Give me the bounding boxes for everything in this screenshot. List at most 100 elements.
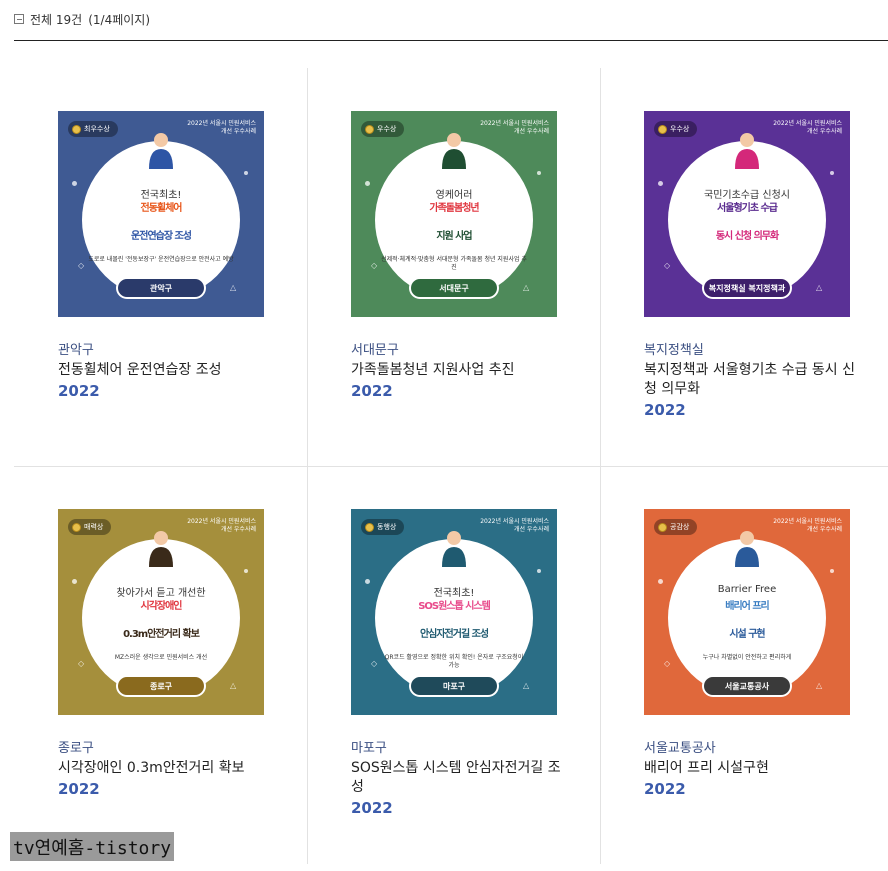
- illustration: [434, 527, 474, 567]
- decor-triangle: △: [816, 283, 823, 292]
- card-year: 2022: [644, 401, 686, 419]
- card-thumbnail[interactable]: △ ◇ 최우수상 2022년 서울시 민원서비스 개선 우수사례 전국최초! 전…: [58, 111, 264, 317]
- thumbnail-subtext: 도로로 내몰린 '전동보장구' 운전연습장으로 안전사고 예방: [88, 256, 234, 263]
- decor-dot: [537, 569, 541, 573]
- decor-triangle: ◇: [78, 261, 85, 270]
- card-thumbnail[interactable]: △ ◇ 공감상 2022년 서울시 민원서비스 개선 우수사례 Barrier …: [644, 509, 850, 715]
- thumbnail-subtext: MZ스러운 생각으로 민원서비스 개선: [114, 654, 208, 661]
- thumbnail-headline-2: 안심자전거길 조성: [419, 629, 489, 640]
- decor-triangle: ◇: [371, 659, 378, 668]
- card-item[interactable]: △ ◇ 매력상 2022년 서울시 민원서비스 개선 우수사례 찾아가서 듣고 …: [14, 466, 294, 846]
- illustration: [434, 129, 474, 169]
- thumbnail-headline-2: 동시 신청 의무화: [715, 231, 779, 242]
- decor-dot: [537, 171, 541, 175]
- card-title[interactable]: 배리어 프리 시설구현: [644, 759, 864, 778]
- card-item[interactable]: △ ◇ 우수상 2022년 서울시 민원서비스 개선 우수사례 국민기초수급 신…: [600, 68, 880, 448]
- decor-triangle: △: [230, 283, 237, 292]
- thumbnail-headline-1: 배리어 프리: [725, 601, 769, 612]
- thumbnail-headline-1: SOS원스톱 시스템: [418, 601, 491, 612]
- decor-dot: [830, 171, 834, 175]
- decor-triangle: ◇: [371, 261, 378, 270]
- award-caption: 2022년 서울시 민원서비스 개선 우수사례: [773, 518, 842, 533]
- thumbnail-org-pill: 복지정책실 복지정책과: [702, 277, 792, 299]
- thumbnail-headline-1: 서울형기초 수급: [717, 203, 778, 214]
- card-title[interactable]: 가족돌봄청년 지원사업 추진: [351, 361, 571, 380]
- decor-triangle: ◇: [664, 261, 671, 270]
- award-caption: 2022년 서울시 민원서비스 개선 우수사례: [187, 518, 256, 533]
- list-summary: 전체 19건 (1/4페이지): [14, 9, 150, 29]
- award-badge: 동행상: [361, 519, 405, 535]
- award-caption: 2022년 서울시 민원서비스 개선 우수사례: [187, 120, 256, 135]
- decor-triangle: ◇: [664, 659, 671, 668]
- decor-triangle: △: [523, 681, 530, 690]
- decor-triangle: △: [230, 681, 237, 690]
- card-thumbnail[interactable]: △ ◇ 우수상 2022년 서울시 민원서비스 개선 우수사례 국민기초수급 신…: [644, 111, 850, 317]
- card-year: 2022: [351, 799, 393, 817]
- medal-icon: [72, 124, 81, 134]
- thumbnail-org-pill: 종로구: [116, 675, 206, 697]
- decor-dot: [830, 569, 834, 573]
- card-item[interactable]: △ ◇ 최우수상 2022년 서울시 민원서비스 개선 우수사례 전국최초! 전…: [14, 68, 294, 448]
- illustration: [727, 527, 767, 567]
- card-year: 2022: [58, 382, 100, 400]
- card-title[interactable]: SOS원스톱 시스템 안심자전거길 조성: [351, 759, 571, 797]
- card-year: 2022: [351, 382, 393, 400]
- card-thumbnail[interactable]: △ ◇ 동행상 2022년 서울시 민원서비스 개선 우수사례 전국최초! SO…: [351, 509, 557, 715]
- thumbnail-headline-1: 시각장애인: [140, 601, 183, 612]
- medal-icon: [365, 522, 374, 532]
- award-caption: 2022년 서울시 민원서비스 개선 우수사례: [480, 120, 549, 135]
- medal-icon: [365, 124, 374, 134]
- top-divider: [14, 40, 888, 41]
- card-year: 2022: [58, 780, 100, 798]
- decor-triangle: △: [523, 283, 530, 292]
- award-badge: 매력상: [68, 519, 112, 535]
- decor-triangle: ◇: [78, 659, 85, 668]
- card-department: 종로구: [58, 741, 94, 756]
- decor-dot: [244, 569, 248, 573]
- thumbnail-org-pill: 서울교통공사: [702, 675, 792, 697]
- thumbnail-subtext: 누구나 차별없이 안전하고 편리하게: [702, 654, 792, 661]
- card-title[interactable]: 복지정책과 서울형기초 수급 동시 신청 의무화: [644, 361, 864, 399]
- card-title[interactable]: 시각장애인 0.3m안전거리 확보: [58, 759, 278, 778]
- card-thumbnail[interactable]: △ ◇ 매력상 2022년 서울시 민원서비스 개선 우수사례 찾아가서 듣고 …: [58, 509, 264, 715]
- award-caption: 2022년 서울시 민원서비스 개선 우수사례: [480, 518, 549, 533]
- thumbnail-headline-2: 운전연습장 조성: [131, 231, 192, 242]
- thumbnail-pretitle: Barrier Free: [717, 584, 777, 595]
- award-badge: 우수상: [361, 121, 405, 137]
- card-department: 관악구: [58, 343, 94, 358]
- thumbnail-subtext: QR코드 활영으로 정확한 위치 확인! 온자로 구조요청이 가능: [384, 654, 524, 669]
- thumbnail-headline-1: 가족돌봄청년: [429, 203, 479, 214]
- card-department: 마포구: [351, 741, 387, 756]
- page-indicator: (1/4페이지): [88, 12, 151, 27]
- medal-icon: [658, 124, 667, 134]
- decor-dot: [244, 171, 248, 175]
- total-count: 전체 19건: [30, 12, 83, 27]
- illustration: [727, 129, 767, 169]
- card-department: 복지정책실: [644, 343, 704, 358]
- watermark: tv연예홈-tistory: [10, 832, 175, 861]
- thumbnail-headline-2: 0.3m안전거리 확보: [123, 629, 200, 640]
- illustration: [141, 527, 181, 567]
- decor-triangle: △: [816, 681, 823, 690]
- card-item[interactable]: △ ◇ 공감상 2022년 서울시 민원서비스 개선 우수사례 Barrier …: [600, 466, 880, 846]
- card-item[interactable]: △ ◇ 우수상 2022년 서울시 민원서비스 개선 우수사례 영케어러 가족돌…: [307, 68, 587, 448]
- award-badge: 최우수상: [68, 121, 118, 137]
- thumbnail-headline-2: 시설 구현: [729, 629, 765, 640]
- award-badge: 우수상: [654, 121, 698, 137]
- card-item[interactable]: △ ◇ 동행상 2022년 서울시 민원서비스 개선 우수사례 전국최초! SO…: [307, 466, 587, 846]
- card-department: 서대문구: [351, 343, 399, 358]
- medal-icon: [72, 522, 81, 532]
- award-badge: 공감상: [654, 519, 698, 535]
- award-caption: 2022년 서울시 민원서비스 개선 우수사례: [773, 120, 842, 135]
- thumbnail-org-pill: 서대문구: [409, 277, 499, 299]
- collapse-icon: [14, 14, 24, 24]
- thumbnail-subtext: 선제적·체계적·맞춤형 서대문형 가족돌봄 청년 지원사업 추진: [381, 256, 527, 271]
- illustration: [141, 129, 181, 169]
- thumbnail-headline-2: 지원 사업: [436, 231, 472, 242]
- medal-icon: [658, 522, 667, 532]
- thumbnail-org-pill: 관악구: [116, 277, 206, 299]
- card-title[interactable]: 전동휠체어 운전연습장 조성: [58, 361, 278, 380]
- card-thumbnail[interactable]: △ ◇ 우수상 2022년 서울시 민원서비스 개선 우수사례 영케어러 가족돌…: [351, 111, 557, 317]
- thumbnail-org-pill: 마포구: [409, 675, 499, 697]
- card-year: 2022: [644, 780, 686, 798]
